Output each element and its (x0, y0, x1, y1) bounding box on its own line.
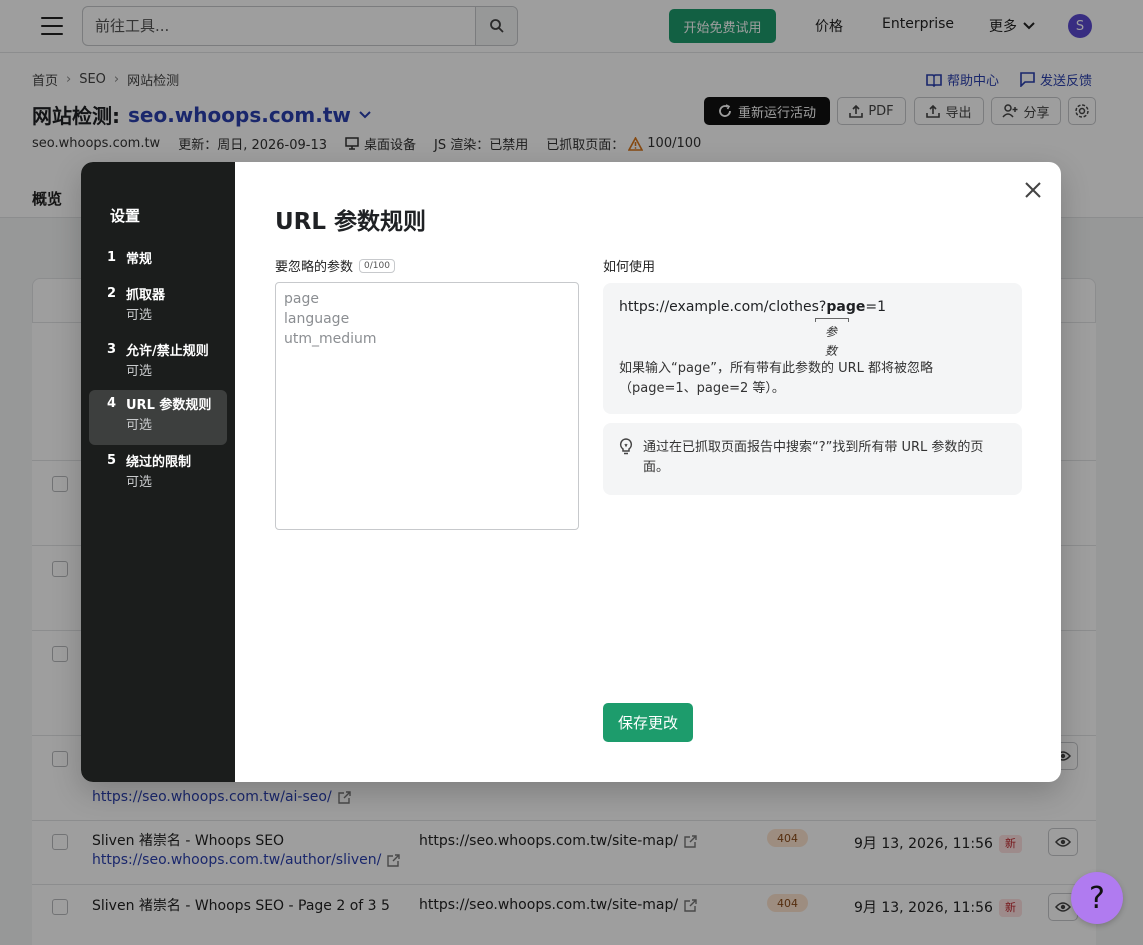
step-number: 5 (107, 453, 117, 468)
step-url-params[interactable]: 4 URL 参数规则 可选 (89, 390, 227, 445)
step-number: 1 (107, 250, 117, 265)
step-crawler[interactable]: 2 抓取器 可选 (89, 280, 227, 332)
step-general[interactable]: 1 常规 (89, 244, 227, 276)
step-optional: 可选 (126, 475, 153, 490)
step-label: 绕过的限制 (126, 455, 192, 470)
step-allow-disallow[interactable]: 3 允许/禁止规则 可选 (89, 336, 227, 388)
step-number: 3 (107, 342, 117, 357)
step-optional: 可选 (126, 364, 153, 379)
ignore-params-label: 要忽略的参数 0/100 (275, 256, 395, 275)
example-url-prefix: https://example.com/clothes? (619, 299, 827, 315)
how-to-use-panel: https://example.com/clothes?page=1 参数 如果… (603, 283, 1022, 414)
stepper-title: 设置 (110, 207, 141, 225)
step-number: 4 (107, 396, 117, 411)
tip-text: 通过在已抓取页面报告中搜索“?”找到所有带 URL 参数的页面。 (643, 440, 984, 475)
placeholder-line: language (284, 311, 350, 327)
modal-title: URL 参数规则 (275, 209, 427, 235)
placeholder-line: utm_medium (284, 331, 377, 347)
tip-panel: 通过在已抓取页面报告中搜索“?”找到所有带 URL 参数的页面。 (603, 423, 1022, 495)
close-button[interactable] (1023, 180, 1043, 200)
step-label: URL 参数规则 (126, 398, 212, 413)
example-url-suffix: =1 (865, 299, 887, 315)
param-counter: 0/100 (359, 258, 395, 273)
save-changes-button[interactable]: 保存更改 (603, 703, 693, 742)
settings-stepper: 设置 1 常规 2 抓取器 可选 3 允许/禁止规则 可选 4 URL 参数规则… (81, 162, 235, 782)
step-label: 常规 (126, 252, 153, 267)
param-bracket (815, 318, 849, 322)
settings-modal: 设置 1 常规 2 抓取器 可选 3 允许/禁止规则 可选 4 URL 参数规则… (81, 162, 1061, 782)
step-optional: 可选 (126, 418, 153, 433)
placeholder-line: page (284, 291, 319, 307)
lightbulb-icon (619, 438, 633, 455)
how-to-use-label: 如何使用 (603, 260, 656, 275)
modal-content: URL 参数规则 要忽略的参数 0/100 page language utm_… (235, 162, 1061, 782)
step-optional: 可选 (126, 308, 153, 323)
step-label: 允许/禁止规则 (126, 344, 209, 359)
example-url: https://example.com/clothes?page=1 (619, 299, 886, 315)
close-icon (1025, 182, 1041, 198)
param-annotation: 参数 (825, 325, 838, 358)
how-to-use-description: 如果输入“page”，所有带有此参数的 URL 都将被忽略（page=1、pag… (619, 361, 933, 396)
step-label: 抓取器 (126, 288, 166, 303)
ignore-params-textarea[interactable]: page language utm_medium (275, 282, 579, 530)
step-number: 2 (107, 286, 117, 301)
step-bypass-limits[interactable]: 5 绕过的限制 可选 (89, 447, 227, 499)
ignore-params-label-text: 要忽略的参数 (275, 260, 354, 275)
example-url-param: page (826, 299, 866, 315)
help-chat-button[interactable]: ? (1071, 872, 1123, 924)
